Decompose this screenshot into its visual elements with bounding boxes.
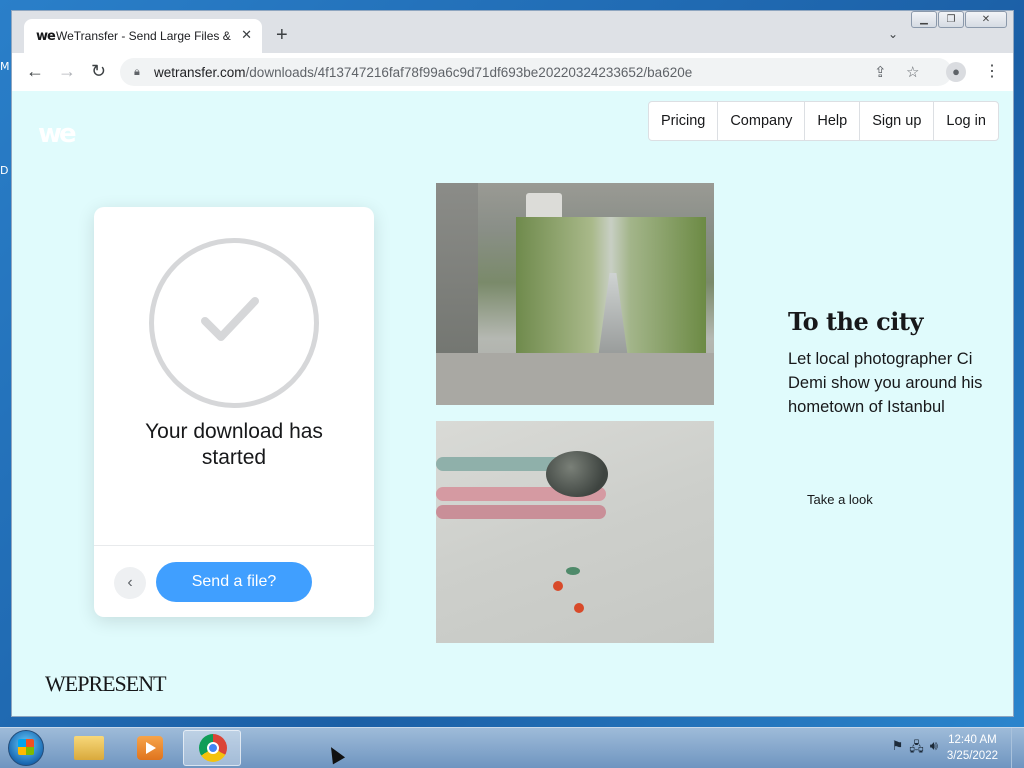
wetransfer-logo[interactable]: we (38, 119, 77, 149)
address-bar[interactable]: 🔒︎ wetransfer.com/downloads/4f13747216fa… (120, 58, 952, 86)
feature-description: Let local photographer Ci Demi show you … (788, 350, 983, 416)
nav-company[interactable]: Company (717, 102, 804, 140)
check-circle (149, 238, 319, 408)
download-card: Your download has started ‹ Send a file? (94, 207, 374, 617)
reload-icon[interactable]: ↻ (91, 61, 106, 81)
url-path: /downloads/4f13747216faf78f99a6c9d71df69… (245, 64, 693, 80)
star-icon[interactable]: ☆ (906, 63, 919, 81)
menu-icon[interactable]: ⋮ (984, 61, 1000, 81)
browser-tab[interactable]: we WeTransfer - Send Large Files & ✕ (24, 19, 262, 53)
desktop-icon-label: D (0, 164, 9, 177)
close-tab-icon[interactable]: ✕ (241, 27, 252, 43)
nav-pricing[interactable]: Pricing (649, 102, 717, 140)
explorer-icon[interactable] (60, 730, 118, 766)
restore-button[interactable]: ❐ (938, 11, 964, 28)
network-icon[interactable]: 🖧︎ (909, 738, 924, 760)
flag-icon[interactable]: ⚑ (892, 738, 904, 760)
browser-toolbar: ← → ↻ 🔒︎ wetransfer.com/downloads/4f1374… (12, 53, 1013, 92)
lock-icon[interactable]: 🔒︎ (134, 66, 146, 79)
nav-help[interactable]: Help (804, 102, 859, 140)
minimize-button[interactable]: ▁ (911, 11, 937, 28)
clock-time: 12:40 AM (948, 734, 997, 746)
profile-icon[interactable]: ● (946, 62, 966, 82)
forward-icon[interactable]: → (58, 61, 76, 81)
volume-icon[interactable]: 🔊︎ (930, 738, 938, 760)
take-a-look-link[interactable]: Take a look (807, 492, 873, 507)
check-icon (201, 297, 259, 341)
back-icon[interactable]: ← (26, 61, 44, 81)
card-divider (94, 545, 374, 546)
show-desktop-button[interactable] (1011, 728, 1024, 768)
url-text: wetransfer.com/downloads/4f13747216faf78… (154, 65, 692, 80)
clock-date: 3/25/2022 (946, 750, 998, 762)
chrome-icon (199, 734, 227, 762)
nav-sign-up[interactable]: Sign up (859, 102, 933, 140)
clock[interactable]: 12:40 AM 3/25/2022 (947, 732, 998, 764)
close-window-button[interactable]: ✕ (965, 11, 1007, 28)
feature-title: To the city (788, 307, 923, 336)
share-icon[interactable]: ⇪ (874, 63, 887, 81)
window-controls: ▁ ❐ ✕ (910, 11, 1007, 28)
send-file-button[interactable]: Send a file? (156, 562, 312, 602)
tab-strip: we WeTransfer - Send Large Files & ✕ + ⌄… (12, 11, 1013, 53)
media-player-icon[interactable] (121, 730, 179, 766)
chevron-left-icon[interactable]: ‹ (114, 567, 146, 599)
new-tab-button[interactable]: + (276, 25, 288, 45)
windows-start-icon[interactable] (8, 730, 44, 766)
chrome-taskbar-button[interactable] (183, 730, 241, 766)
wetransfer-favicon-icon: we (36, 28, 56, 44)
tab-title: WeTransfer - Send Large Files & (56, 29, 231, 43)
top-navigation: Pricing Company Help Sign up Log in (648, 101, 999, 141)
feature-photo-bollard[interactable] (436, 421, 714, 643)
taskbar: ⚑ 🖧︎ 🔊︎ 12:40 AM 3/25/2022 (0, 727, 1024, 768)
tab-search-chevron-icon[interactable]: ⌄ (888, 27, 898, 41)
nav-log-in[interactable]: Log in (933, 102, 998, 140)
system-tray: ⚑ 🖧︎ 🔊︎ (892, 738, 938, 760)
url-host: wetransfer.com (154, 64, 246, 80)
desktop-icon-label: M (0, 60, 10, 73)
browser-window: we WeTransfer - Send Large Files & ✕ + ⌄… (11, 10, 1014, 717)
page-content: we Pricing Company Help Sign up Log in Y… (12, 91, 1013, 716)
wepresent-logo[interactable]: WEPRESENT (45, 671, 167, 697)
download-status-message: Your download has started (145, 420, 323, 469)
feature-photo-street[interactable] (436, 183, 714, 405)
